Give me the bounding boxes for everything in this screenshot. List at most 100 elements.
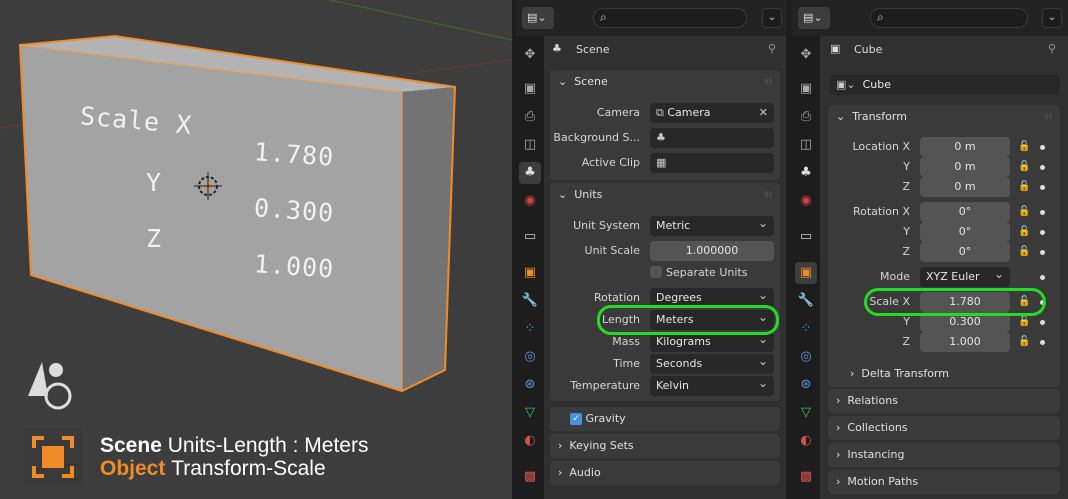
chevron-right-icon: › [836, 448, 841, 461]
relations-panel[interactable]: › Relations [828, 389, 1060, 413]
keyframe-dot[interactable] [1040, 275, 1045, 280]
properties-tabs: ✥ ▣ ⎙ ◫ ♣ ◉ ▭ ▣ 🔧 ⁘ ◎ ⊛ ▽ ◐ ▩ [516, 36, 544, 499]
gravity-panel[interactable]: ✓ Gravity [550, 407, 780, 431]
instancing-panel[interactable]: › Instancing [828, 443, 1060, 467]
render-tab-icon[interactable]: ▣ [795, 78, 817, 100]
keyframe-dot[interactable] [1040, 145, 1045, 150]
search-input[interactable]: ⌕ [593, 8, 747, 28]
object-tab-icon[interactable]: ▣ [519, 262, 541, 284]
lock-icon[interactable]: 🔓 [1018, 181, 1030, 193]
rotation-z-input[interactable]: 0° [920, 242, 1010, 262]
units-section-header[interactable]: ⌄ Units [558, 183, 778, 207]
location-x-input[interactable]: 0 m [920, 137, 1010, 157]
pin-icon[interactable]: ⚲ [768, 42, 776, 55]
modifier-tab-icon[interactable]: 🔧 [795, 290, 817, 312]
keyframe-dot[interactable] [1040, 340, 1045, 345]
object-tab-icon[interactable]: ▣ [795, 262, 817, 284]
lock-icon[interactable]: 🔓 [1018, 316, 1030, 328]
pin-icon[interactable]: ⚲ [1048, 42, 1056, 55]
collection-tab-icon[interactable]: ▭ [795, 226, 817, 248]
time-select[interactable]: Seconds [650, 351, 774, 374]
scene-tab-icon[interactable]: ♣ [519, 162, 541, 184]
location-y-label: Y [903, 160, 910, 173]
keyframe-dot[interactable] [1040, 230, 1045, 235]
object-name-field[interactable]: ▣⌄ Cube [830, 75, 1060, 95]
texture-tab-icon[interactable]: ▩ [519, 466, 541, 488]
background-scene-field[interactable]: ♣ [650, 128, 774, 148]
world-tab-icon[interactable]: ◉ [795, 190, 817, 212]
camera-field[interactable]: ⧉ Camera ✕ [650, 103, 774, 123]
grip-icon[interactable]: ⁞⁞⁞ [764, 78, 774, 86]
texture-tab-icon[interactable]: ▩ [795, 466, 817, 488]
mass-select[interactable]: Kilograms [650, 329, 774, 352]
rotation-x-input[interactable]: 0° [920, 202, 1010, 222]
keyframe-dot[interactable] [1040, 210, 1045, 215]
lock-icon[interactable]: 🔓 [1018, 246, 1030, 258]
transform-section-header[interactable]: ⌄ Transform [836, 105, 1056, 129]
keyframe-dot[interactable] [1040, 320, 1045, 325]
material-tab-icon[interactable]: ◐ [519, 430, 541, 452]
options-dropdown[interactable]: ⌄ [1042, 8, 1062, 28]
constraints-tab-icon[interactable]: ⊛ [519, 374, 541, 396]
object-name-value: Cube [862, 78, 892, 91]
modifier-tab-icon[interactable]: 🔧 [519, 290, 541, 312]
clear-icon[interactable]: ✕ [759, 103, 768, 123]
unit-scale-input[interactable]: 1.000000 [650, 241, 774, 261]
scene-tab-icon[interactable]: ♣ [795, 162, 817, 184]
motion-paths-panel[interactable]: › Motion Paths [828, 470, 1060, 494]
data-tab-icon[interactable]: ▽ [519, 402, 541, 424]
gravity-checkbox[interactable]: ✓ [570, 413, 582, 425]
delta-transform-subpanel[interactable]: › Delta Transform [850, 362, 1050, 386]
caption-scene: Scene [100, 434, 162, 457]
time-label: Time [613, 357, 640, 370]
particles-tab-icon[interactable]: ⁘ [795, 318, 817, 340]
world-tab-icon[interactable]: ◉ [519, 190, 541, 212]
temperature-select[interactable]: Kelvin [650, 373, 774, 396]
keyframe-dot[interactable] [1040, 250, 1045, 255]
view-layer-tab-icon[interactable]: ◫ [519, 134, 541, 156]
location-y-input[interactable]: 0 m [920, 157, 1010, 177]
lock-icon[interactable]: 🔓 [1018, 141, 1030, 153]
lock-icon[interactable]: 🔓 [1018, 161, 1030, 173]
lock-icon[interactable]: 🔓 [1018, 226, 1030, 238]
lock-icon[interactable]: 🔓 [1018, 206, 1030, 218]
audio-panel[interactable]: › Audio [550, 461, 780, 485]
tool-tab-icon[interactable]: ✥ [519, 44, 541, 66]
output-tab-icon[interactable]: ⎙ [519, 106, 541, 128]
collections-panel[interactable]: › Collections [828, 416, 1060, 440]
separate-units-checkbox[interactable] [650, 266, 662, 278]
unit-system-select[interactable]: Metric [650, 213, 774, 236]
grip-icon[interactable]: ⁞⁞⁞ [1044, 113, 1054, 121]
unit-scale-label: Unit Scale [584, 244, 640, 257]
collection-tab-icon[interactable]: ▭ [519, 226, 541, 248]
rotation-mode-select[interactable]: XYZ Euler [920, 264, 1010, 287]
grip-icon[interactable]: ⁞⁞⁞ [764, 191, 774, 199]
scale-z-input[interactable]: 1.000 [920, 332, 1010, 352]
render-tab-icon[interactable]: ▣ [519, 78, 541, 100]
keyframe-dot[interactable] [1040, 165, 1045, 170]
tool-tab-icon[interactable]: ✥ [795, 44, 817, 66]
particles-tab-icon[interactable]: ⁘ [519, 318, 541, 340]
rotation-y-input[interactable]: 0° [920, 222, 1010, 242]
data-tab-icon[interactable]: ▽ [795, 402, 817, 424]
editor-type-button[interactable]: ▤⌄ [522, 7, 554, 29]
lock-icon[interactable]: 🔓 [1018, 336, 1030, 348]
editor-type-button[interactable]: ▤⌄ [798, 7, 830, 29]
options-dropdown[interactable]: ⌄ [762, 8, 782, 28]
material-tab-icon[interactable]: ◐ [795, 430, 817, 452]
location-z-input[interactable]: 0 m [920, 177, 1010, 197]
3d-viewport[interactable]: Scale X Y Z 1.780 0.300 1.000 Scene Unit… [0, 0, 512, 499]
caption-line-1: Scene Units-Length : Meters [100, 434, 368, 458]
keyframe-dot[interactable] [1040, 185, 1045, 190]
camera-value: Camera [667, 106, 711, 119]
physics-tab-icon[interactable]: ◎ [519, 346, 541, 368]
keying-sets-panel[interactable]: › Keying Sets [550, 434, 780, 458]
search-input[interactable]: ⌕ [870, 8, 1028, 28]
view-layer-tab-icon[interactable]: ◫ [795, 134, 817, 156]
output-tab-icon[interactable]: ⎙ [795, 106, 817, 128]
constraints-tab-icon[interactable]: ⊛ [795, 374, 817, 396]
active-clip-field[interactable]: ▦ [650, 153, 774, 173]
physics-tab-icon[interactable]: ◎ [795, 346, 817, 368]
chevron-right-icon: › [558, 466, 563, 479]
scene-section-header[interactable]: ⌄ Scene [558, 70, 778, 94]
